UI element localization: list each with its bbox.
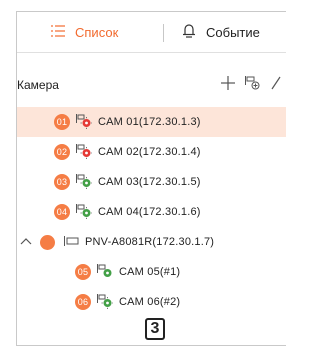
camera-row-02[interactable]: 02 CAM 02(172.30.1.4) xyxy=(17,137,286,167)
tab-event[interactable]: Событие xyxy=(182,12,260,52)
camera-label: CAM 01(172.30.1.3) xyxy=(98,116,201,128)
camera-row-06[interactable]: 06 CAM 06(#2) xyxy=(17,287,286,317)
camera-label: CAM 04(172.30.1.6) xyxy=(98,206,201,218)
camera-row-04[interactable]: 04 CAM 04(172.30.1.6) xyxy=(17,197,286,227)
tab-event-label: Событие xyxy=(206,24,260,40)
camera-label: CAM 06(#2) xyxy=(119,296,181,308)
camera-online-icon xyxy=(97,293,113,312)
add-icon[interactable] xyxy=(221,75,235,95)
list-icon xyxy=(51,24,65,40)
nvr-device-icon xyxy=(64,235,79,249)
nvr-row[interactable]: PNV-A8081R(172.30.1.7) xyxy=(17,227,286,257)
bell-icon xyxy=(182,23,196,41)
edit-icon[interactable] xyxy=(271,76,281,95)
camera-number-badge: 06 xyxy=(75,294,91,310)
callout-number: 3 xyxy=(145,318,165,340)
nvr-label: PNV-A8081R(172.30.1.7) xyxy=(85,236,215,248)
camera-number-badge: 02 xyxy=(54,144,70,160)
section-tools xyxy=(221,75,286,95)
camera-alert-icon xyxy=(76,113,92,132)
camera-row-01[interactable]: 01 CAM 01(172.30.1.3) xyxy=(17,107,286,137)
add-camera-icon[interactable] xyxy=(245,75,261,95)
camera-number-badge: 04 xyxy=(54,204,70,220)
tab-divider xyxy=(163,24,164,42)
camera-row-05[interactable]: 05 CAM 05(#1) xyxy=(17,257,286,287)
camera-row-03[interactable]: 03 CAM 03(172.30.1.5) xyxy=(17,167,286,197)
camera-alert-icon xyxy=(76,143,92,162)
nvr-status-dot xyxy=(40,234,55,250)
panel-tabs: Список Событие xyxy=(17,12,286,53)
camera-online-icon xyxy=(76,173,92,192)
chevron-up-icon[interactable] xyxy=(20,236,32,248)
camera-panel: Список Событие Камера 01 CAM 01(172.30.1… xyxy=(16,11,286,346)
camera-channel-icon xyxy=(97,263,113,282)
camera-label: CAM 03(172.30.1.5) xyxy=(98,176,201,188)
camera-label: CAM 05(#1) xyxy=(119,266,181,278)
camera-number-badge: 01 xyxy=(54,114,70,130)
camera-number-badge: 05 xyxy=(75,264,91,280)
tab-list[interactable]: Список xyxy=(51,12,118,52)
camera-online-icon xyxy=(76,203,92,222)
camera-label: CAM 02(172.30.1.4) xyxy=(98,146,201,158)
camera-number-badge: 03 xyxy=(54,174,70,190)
section-title: Камера xyxy=(17,78,59,92)
tab-list-label: Список xyxy=(75,24,119,40)
